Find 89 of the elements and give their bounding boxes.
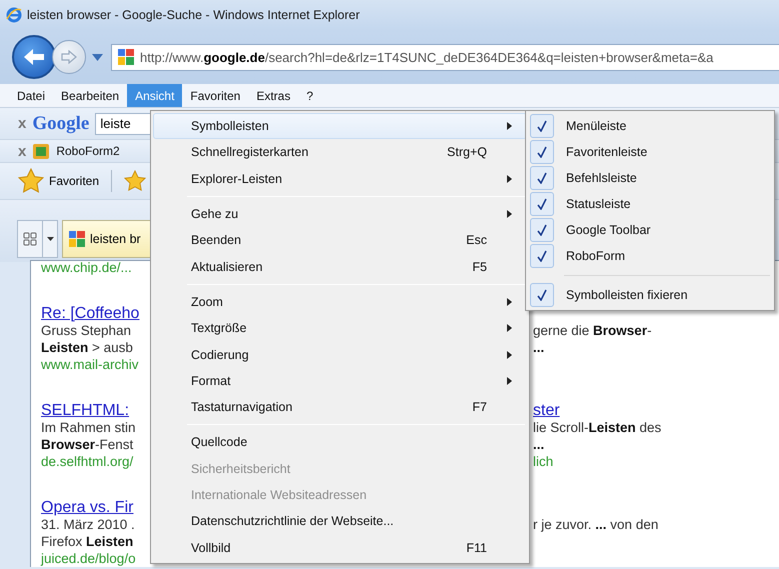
submenu-arrow-icon — [507, 376, 512, 385]
result-text: Leisten > ausb — [41, 340, 133, 354]
menu-item[interactable]: Beenden Esc — [153, 227, 527, 254]
checkmark-icon — [537, 289, 547, 301]
submenu-arrow-icon — [507, 174, 512, 183]
checkmark[interactable] — [530, 166, 554, 190]
menu-bar-item[interactable]: Favoriten — [182, 84, 248, 107]
close-toolbar-button[interactable]: x — [18, 142, 26, 160]
checkmark[interactable] — [530, 244, 554, 268]
window-title: leisten browser - Google-Suche - Windows Internet Explorer — [27, 8, 360, 22]
forward-arrow-icon — [61, 50, 77, 64]
menu-item[interactable]: Quellcode — [153, 429, 527, 456]
browser-tab[interactable]: leisten br — [62, 220, 152, 258]
menu-item[interactable]: Schnellregisterkarten Strg+Q — [153, 139, 527, 166]
checkmark[interactable] — [530, 114, 554, 138]
back-arrow-icon — [23, 48, 45, 66]
result-text: gerne die Browser- — [533, 322, 652, 338]
result-text: Gruss Stephan — [41, 322, 132, 338]
menu-item[interactable]: Explorer-Leisten — [153, 166, 527, 192]
checkmark-icon — [537, 120, 547, 132]
result-text: r je zuvor. ... von den — [533, 516, 658, 532]
menu-item[interactable]: Textgröße — [153, 315, 527, 342]
roboform-icon — [32, 142, 50, 160]
result-text: lie Scroll-Leisten des — [533, 420, 662, 434]
submenu-item[interactable]: Befehlsleiste — [566, 171, 637, 185]
menu-item[interactable]: Tastaturnavigation F7 — [153, 394, 527, 420]
menu-item[interactable]: Zoom — [153, 288, 527, 316]
result-text: ... — [533, 340, 544, 354]
submenu-arrow-icon — [507, 122, 512, 130]
menu-item[interactable]: Datenschutzrichtlinie der Webseite... — [153, 508, 527, 534]
favorites-button[interactable]: Favoriten — [18, 168, 100, 194]
submenu-item[interactable]: Menüleiste — [566, 119, 626, 133]
menu-item[interactable]: Codierung — [153, 341, 527, 368]
submenu-item[interactable]: Google Toolbar — [566, 223, 651, 237]
checkmark-icon — [537, 198, 547, 210]
checkmark-icon — [537, 224, 547, 236]
result-url: www.chip.de/... — [41, 260, 132, 274]
result-text: Browser-Fenst — [41, 436, 134, 452]
result-link[interactable]: Opera vs. Fir — [41, 498, 134, 516]
menu-bar-item[interactable]: Extras — [248, 84, 298, 107]
result-url: de.selfhtml.org/ — [41, 454, 134, 468]
result-text: Firefox Leisten — [41, 534, 134, 548]
menu-bar-item[interactable]: ? — [298, 84, 322, 107]
menu-item[interactable]: Aktualisieren F5 — [153, 253, 527, 280]
result-link[interactable]: SELFHTML: — [41, 402, 130, 418]
result-url: juiced.de/blog/o — [41, 550, 136, 566]
close-toolbar-button[interactable]: x — [18, 115, 26, 132]
star-icon — [124, 170, 146, 192]
tab-list-button[interactable] — [43, 220, 58, 258]
ie-logo-icon — [6, 7, 22, 23]
caret-icon — [46, 237, 54, 241]
menu-bar-item[interactable]: Bearbeiten — [53, 84, 128, 107]
quick-tabs-button[interactable] — [17, 220, 43, 258]
submenu-arrow-icon — [507, 324, 512, 332]
menu-item[interactable]: Symbolleisten — [153, 113, 527, 140]
checkmark-icon — [537, 250, 547, 262]
star-icon — [18, 168, 44, 194]
menu-item[interactable]: Format — [153, 368, 527, 394]
submenu-item[interactable]: RoboForm — [566, 249, 626, 263]
checkmark-icon — [537, 172, 547, 184]
caret-icon — [92, 54, 103, 60]
submenu-item[interactable]: Symbolleisten fixieren — [566, 288, 688, 302]
checkmark[interactable] — [530, 218, 554, 242]
checkmark[interactable] — [530, 192, 554, 216]
result-link[interactable]: Re: [Coffeeho — [41, 304, 140, 322]
google-favicon-icon — [118, 49, 134, 65]
google-logo: Google — [32, 112, 90, 134]
checkmark-icon — [537, 146, 547, 158]
address-field[interactable]: http://www.google.de/search?hl=de&rlz=1T4SUNC_deDE364DE364&q=leisten+browser&meta=&a — [111, 44, 779, 70]
submenu-arrow-icon — [507, 298, 512, 306]
submenu-arrow-icon — [507, 350, 512, 359]
result-text: ... — [533, 436, 544, 452]
submenu-arrow-icon — [507, 210, 512, 218]
menu-item[interactable]: Vollbild F11 — [153, 534, 527, 561]
submenu-item[interactable]: Favoritenleiste — [566, 145, 648, 159]
roboform-label: RoboForm2 — [56, 144, 120, 158]
checkmark[interactable] — [530, 283, 554, 307]
checkmark[interactable] — [530, 140, 554, 164]
result-url: lich — [533, 454, 554, 468]
result-url: www.mail-archiv — [41, 356, 139, 372]
back-button[interactable] — [12, 35, 56, 79]
result-text: Im Rahmen stin — [41, 420, 136, 434]
google-favicon-icon — [69, 231, 85, 247]
grid-icon — [23, 232, 37, 246]
menu-item[interactable]: Gehe zu — [153, 200, 527, 228]
result-link[interactable]: ster — [533, 402, 560, 418]
submenu-item[interactable]: Statusleiste — [566, 197, 631, 211]
menu-bar-item[interactable]: Datei — [9, 84, 54, 107]
result-text: 31. März 2010 . — [41, 516, 135, 532]
